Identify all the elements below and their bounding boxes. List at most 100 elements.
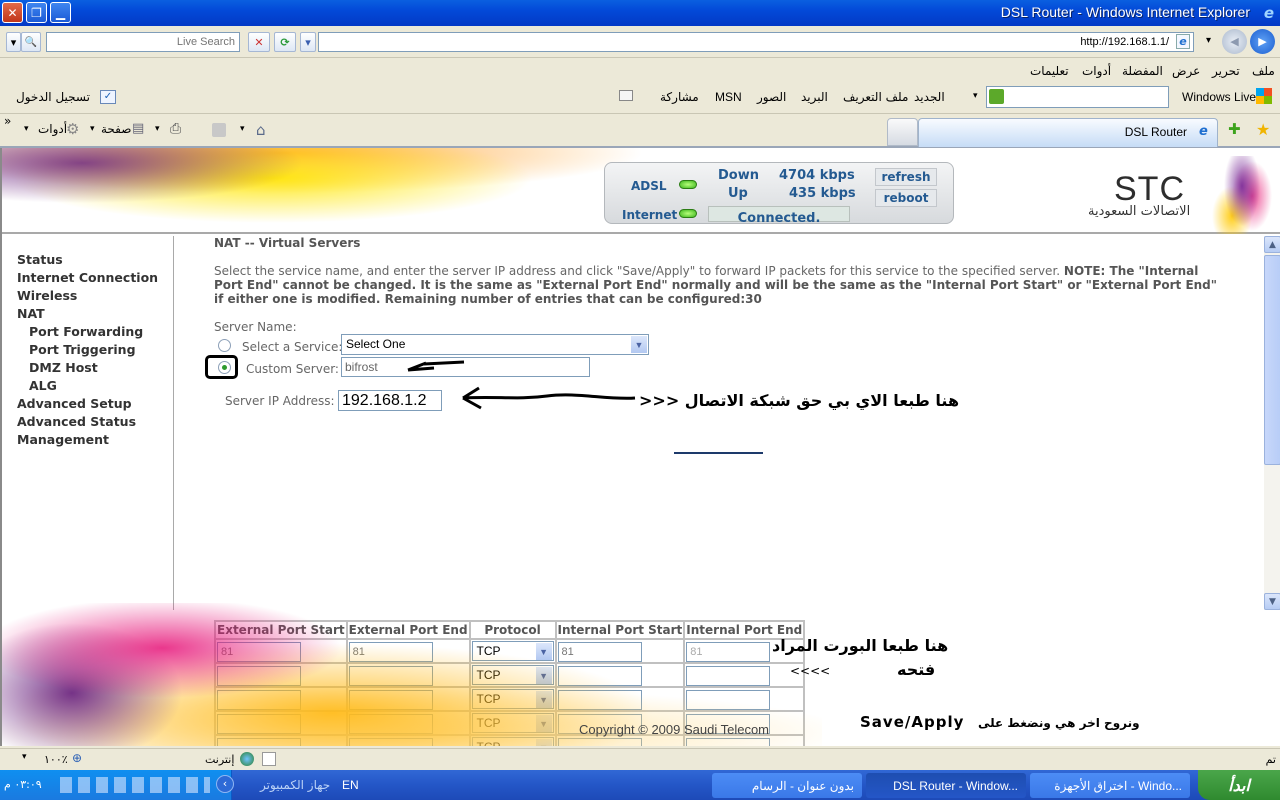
annotation-save-apply: Save/Apply — [860, 713, 965, 731]
sidebar-item-advanced-status[interactable]: Advanced Status — [17, 413, 173, 431]
status-text: تم — [1265, 753, 1276, 766]
stc-swoosh-logo-icon — [1192, 156, 1272, 234]
show-hidden-icons-button[interactable]: ‹ — [216, 775, 234, 793]
live-search-input[interactable] — [46, 32, 240, 52]
connection-status-panel: ADSL Internet Down 4704 kbps Up 435 kbps… — [604, 162, 954, 226]
sidebar-item-management[interactable]: Management — [17, 431, 173, 449]
divider — [674, 452, 763, 454]
add-favorite-icon[interactable]: ✚ — [1228, 120, 1241, 138]
start-button[interactable]: ابدأ — [1198, 770, 1280, 800]
live-link-mail[interactable]: البريد — [801, 90, 828, 104]
recent-pages-dropdown[interactable]: ▾ — [1206, 35, 1211, 46]
menu-tools[interactable]: أدوات — [1082, 64, 1111, 78]
annotation-arrow-icon — [462, 386, 636, 410]
toolbar-options-icon[interactable] — [619, 90, 633, 101]
my-computer-toolbar[interactable]: جهاز الكمبيوتر — [260, 778, 330, 792]
sign-in-link[interactable]: تسجيل الدخول — [16, 90, 90, 104]
connection-status: Connected. — [737, 211, 821, 226]
page-menu-button[interactable]: صفحة — [101, 122, 131, 136]
minimize-window-button[interactable]: ▁ — [50, 2, 71, 23]
live-link-new[interactable]: الجديد — [914, 90, 945, 104]
reboot-button[interactable]: reboot — [875, 189, 937, 207]
sidebar-item-nat[interactable]: NAT — [17, 305, 173, 323]
server-name-label: Server Name: — [214, 320, 297, 334]
refresh-status-button[interactable]: refresh — [875, 168, 937, 186]
taskbar-item[interactable]: اختراق الأجهزة - Windo... — [1030, 773, 1190, 798]
print-icon[interactable]: ⎙ — [170, 121, 181, 137]
search-provider-dropdown[interactable]: ▾ — [6, 32, 21, 52]
tools-menu-button[interactable]: أدوات — [38, 122, 67, 136]
feeds-icon[interactable] — [212, 123, 226, 137]
back-arrow-icon: ◀ — [1230, 35, 1239, 48]
new-tab-button[interactable] — [887, 118, 918, 146]
menu-help[interactable]: تعليمات — [1030, 64, 1069, 78]
home-dropdown[interactable]: ▾ — [240, 124, 245, 134]
select-service-radio[interactable] — [218, 339, 231, 352]
live-link-share[interactable]: مشاركة — [660, 90, 699, 104]
service-select[interactable]: Select One ▼ — [341, 334, 649, 355]
server-ip-label: Server IP Address: — [225, 394, 335, 408]
scroll-up-button[interactable]: ▲ — [1264, 236, 1280, 253]
tools-dropdown[interactable]: ▾ — [24, 124, 29, 134]
menu-edit[interactable]: تحرير — [1212, 64, 1240, 78]
taskbar-item[interactable]: DSL Router - Window... — [866, 773, 1026, 798]
scroll-down-button[interactable]: ▼ — [1264, 593, 1280, 610]
sidebar-item-alg[interactable]: ALG — [17, 377, 173, 395]
down-rate: 4704 kbps — [779, 168, 855, 183]
zoom-dropdown[interactable]: ▾ — [22, 752, 27, 762]
menu-view[interactable]: عرض — [1172, 64, 1200, 78]
security-zone[interactable]: إنترنت — [205, 753, 234, 766]
live-link-msn[interactable]: MSN — [715, 90, 742, 104]
sidebar-item-dmz-host[interactable]: DMZ Host — [17, 359, 173, 377]
more-commands-chevron[interactable]: » — [4, 114, 11, 128]
forward-button[interactable]: ▶ — [1250, 29, 1275, 54]
favorites-center-icon[interactable]: ★ — [1256, 120, 1270, 139]
address-input[interactable] — [318, 32, 1194, 52]
status-bar: تم إنترنت ⊕ ١٠٠٪ ▾ — [0, 748, 1280, 770]
close-window-button[interactable]: ✕ — [2, 2, 23, 23]
sidebar-item-advanced-setup[interactable]: Advanced Setup — [17, 395, 173, 413]
system-tray: ٠٣:٠٩ م ‹ — [0, 770, 234, 800]
sidebar-nav: Status Internet Connection Wireless NAT Port… — [2, 236, 174, 610]
back-button[interactable]: ◀ — [1222, 29, 1247, 54]
scroll-thumb[interactable] — [1264, 255, 1280, 465]
internet-led-icon — [679, 209, 697, 218]
windows-live-brand[interactable]: Windows Live — [1182, 90, 1256, 104]
home-icon[interactable]: ⌂ — [256, 121, 266, 139]
annotation-ip-note: هنا طبعا الاي بي حق شبكة الاتصال <<< — [639, 391, 960, 410]
page-dropdown[interactable]: ▾ — [90, 124, 95, 134]
sidebar-item-port-forwarding[interactable]: Port Forwarding — [17, 323, 173, 341]
clock[interactable]: ٠٣:٠٩ م — [4, 778, 42, 791]
page-scrollbar[interactable]: ▲ ▼ — [1264, 236, 1280, 610]
refresh-button[interactable]: ⟳ — [274, 32, 296, 52]
search-button[interactable]: 🔍 — [21, 32, 41, 52]
up-label: Up — [728, 186, 748, 201]
live-search-dropdown[interactable]: ▾ — [973, 91, 978, 101]
live-link-profile[interactable]: ملف التعريف — [843, 90, 908, 104]
page-title: NAT -- Virtual Servers — [214, 236, 361, 250]
live-search-button[interactable] — [989, 89, 1004, 104]
sidebar-item-internet-connection[interactable]: Internet Connection — [17, 269, 173, 287]
live-link-photos[interactable]: الصور — [757, 90, 786, 104]
search-icon: 🔍 — [24, 36, 38, 48]
tray-icons[interactable] — [60, 777, 210, 793]
menu-file[interactable]: ملف — [1252, 64, 1275, 78]
zoom-level[interactable]: ١٠٠٪ — [44, 753, 68, 766]
taskbar-item[interactable]: بدون عنوان - الرسام — [712, 773, 862, 798]
restore-window-button[interactable]: ❐ — [26, 2, 47, 23]
sidebar-item-port-triggering[interactable]: Port Triggering — [17, 341, 173, 359]
copyright-text: Copyright © 2009 Saudi Telecom — [579, 722, 770, 737]
sidebar-item-status[interactable]: Status — [17, 251, 173, 269]
custom-server-radio[interactable] — [218, 361, 231, 374]
tab-label: DSL Router — [1124, 125, 1187, 139]
menu-favorites[interactable]: المفضلة — [1122, 64, 1163, 78]
tab-dsl-router[interactable]: DSL Router — [918, 118, 1218, 147]
language-indicator[interactable]: EN — [342, 778, 359, 792]
sidebar-item-wireless[interactable]: Wireless — [17, 287, 173, 305]
server-ip-input[interactable] — [338, 390, 442, 411]
windows-live-search-input[interactable] — [986, 86, 1169, 108]
address-history-dropdown[interactable]: ▾ — [300, 32, 316, 52]
stop-button[interactable]: ✕ — [248, 32, 270, 52]
restore-icon: ❐ — [31, 5, 42, 20]
print-dropdown[interactable]: ▾ — [155, 124, 160, 134]
